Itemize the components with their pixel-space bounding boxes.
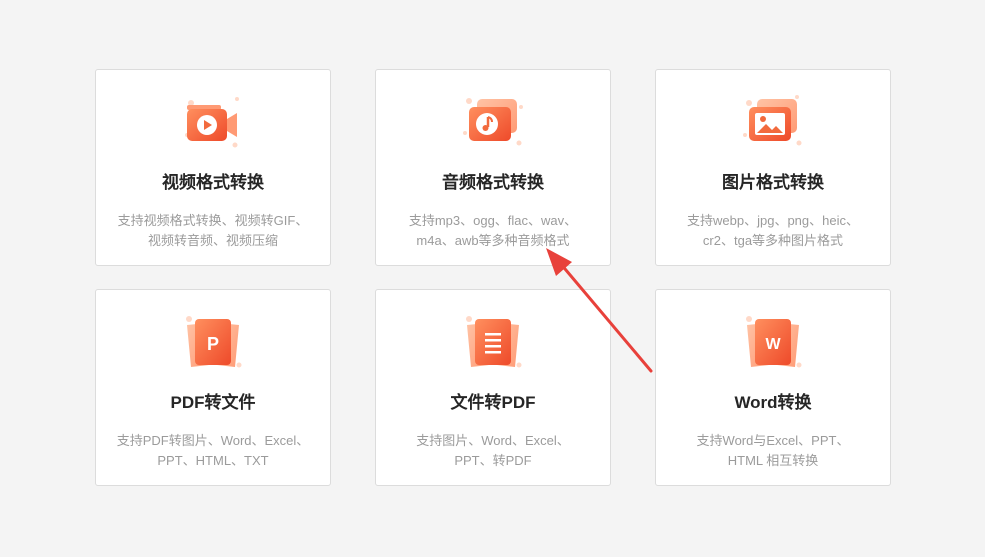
card-video-format[interactable]: 视频格式转换 支持视频格式转换、视频转GIF、 视频转音频、视频压缩	[95, 69, 331, 266]
card-description: 支持视频格式转换、视频转GIF、 视频转音频、视频压缩	[117, 213, 309, 248]
card-title: 视频格式转换	[162, 173, 264, 192]
word-letter-icon: W	[737, 309, 809, 373]
image-icon	[737, 89, 809, 153]
svg-text:W: W	[765, 336, 781, 353]
card-title: PDF转文件	[170, 393, 256, 412]
svg-text:P: P	[207, 334, 219, 354]
music-note-icon	[457, 89, 529, 153]
pdf-letter-icon: P	[177, 309, 249, 373]
card-audio-format[interactable]: 音频格式转换 支持mp3、ogg、flac、wav、 m4a、awb等多种音频格式	[375, 69, 611, 266]
card-description: 支持图片、Word、Excel、 PPT、转PDF	[416, 433, 570, 468]
document-lines-icon	[457, 309, 529, 373]
card-file-to-pdf[interactable]: 文件转PDF 支持图片、Word、Excel、 PPT、转PDF	[375, 289, 611, 486]
card-image-format[interactable]: 图片格式转换 支持webp、jpg、png、heic、 cr2、tga等多种图片格…	[655, 69, 891, 266]
card-description: 支持Word与Excel、PPT、 HTML 相互转换	[696, 433, 850, 468]
card-title: Word转换	[734, 393, 812, 412]
card-pdf-to-file[interactable]: P PDF转文件 支持PDF转图片、Word、Excel、 PPT、HTML、TX…	[95, 289, 331, 486]
card-description: 支持PDF转图片、Word、Excel、 PPT、HTML、TXT	[116, 433, 310, 468]
card-description: 支持webp、jpg、png、heic、 cr2、tga等多种图片格式	[687, 213, 859, 248]
card-title: 音频格式转换	[442, 173, 544, 192]
card-word-convert[interactable]: W Word转换 支持Word与Excel、PPT、 HTML 相互转换	[655, 289, 891, 486]
video-icon	[177, 89, 249, 153]
card-description: 支持mp3、ogg、flac、wav、 m4a、awb等多种音频格式	[408, 213, 578, 248]
card-title: 图片格式转换	[722, 173, 824, 192]
card-title: 文件转PDF	[450, 393, 536, 412]
